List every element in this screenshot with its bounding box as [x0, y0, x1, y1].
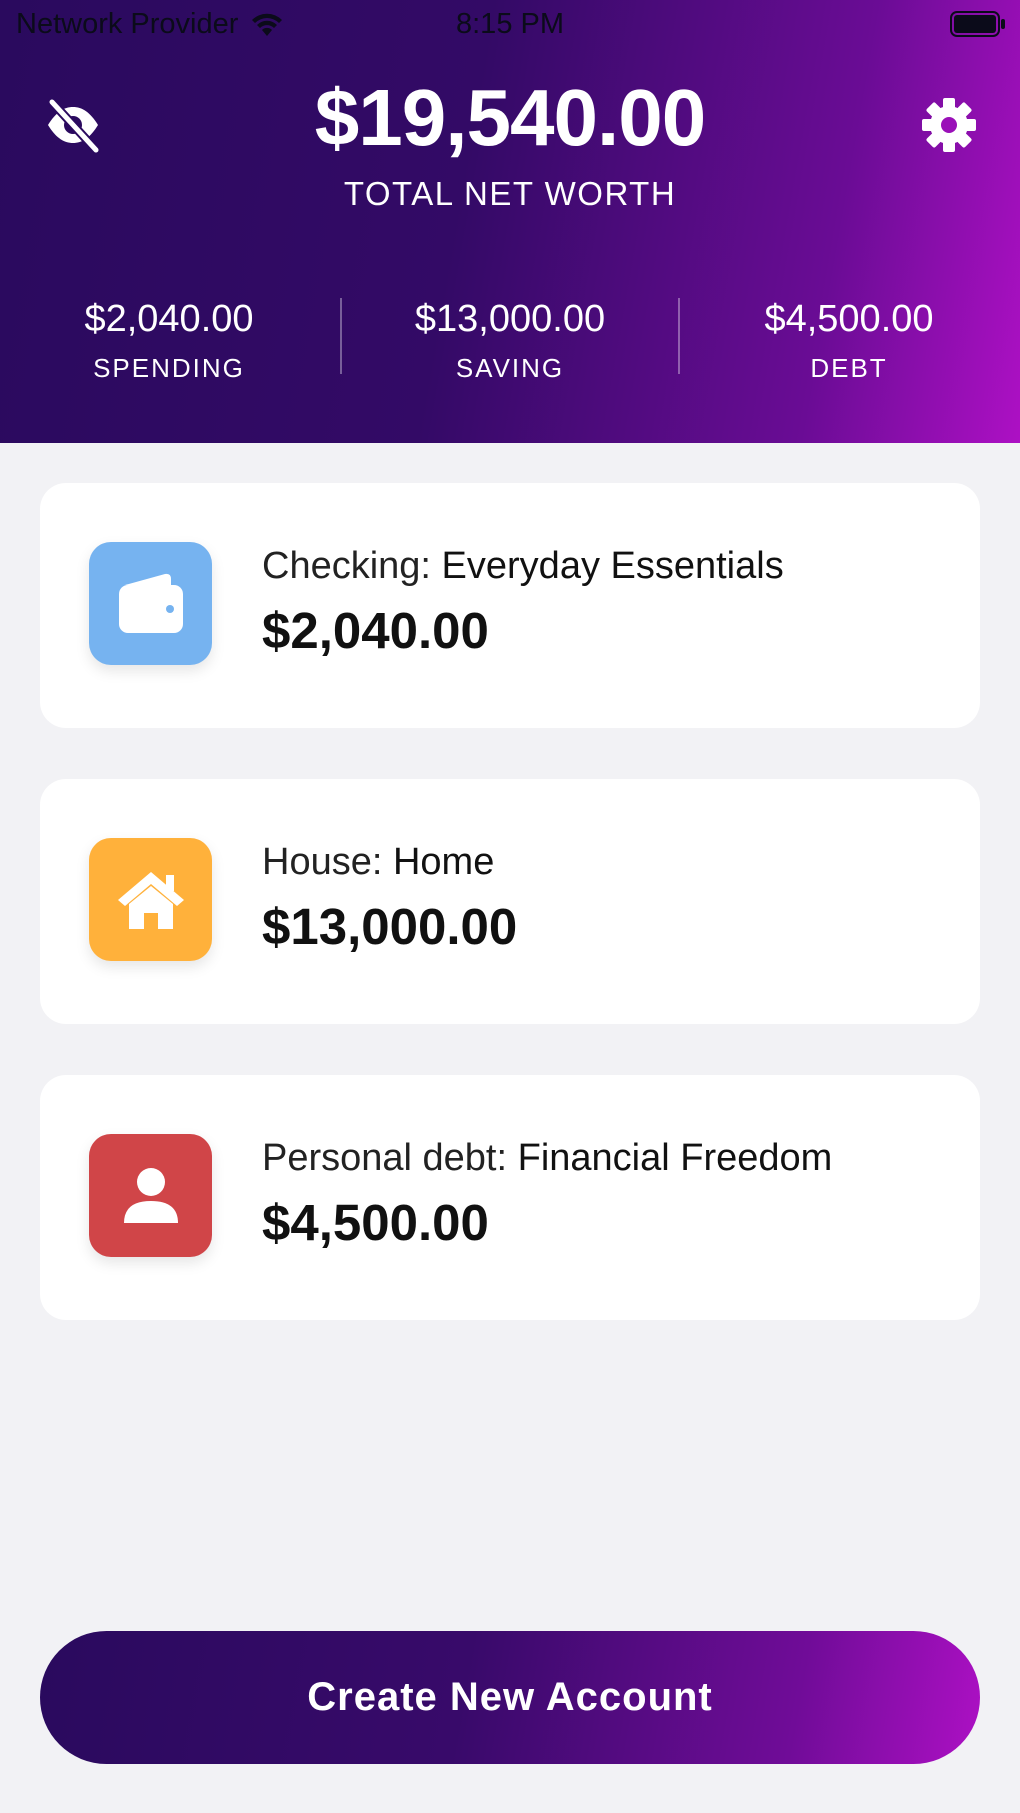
account-type: Personal debt:	[262, 1137, 518, 1179]
account-title: Personal debt: Financial Freedom	[262, 1137, 832, 1180]
account-amount: $2,040.00	[262, 602, 489, 659]
clock: 8:15 PM	[456, 8, 564, 40]
account-title: Checking: Everyday Essentials	[262, 545, 784, 588]
account-name: Home	[392, 841, 495, 883]
status-bar: Network Provider 8:15 PM	[0, 0, 1020, 50]
account-name: Financial Freedom	[517, 1137, 833, 1179]
summary-divider	[678, 298, 680, 374]
account-name: Everyday Essentials	[441, 545, 784, 587]
saving-amount: $13,000.00	[414, 298, 606, 340]
summary-divider	[340, 298, 342, 374]
debt-summary: $4,500.00 DEBT	[699, 298, 999, 384]
person-icon	[89, 1134, 212, 1257]
battery-icon	[950, 11, 1005, 37]
saving-label: SAVING	[455, 353, 565, 383]
settings-gear-icon[interactable]	[920, 96, 978, 154]
net-worth-header: Network Provider 8:15 PM $19,540.00 TOTA…	[0, 0, 1020, 443]
wallet-icon	[89, 542, 212, 665]
account-card-personal-debt[interactable]: Personal debt: Financial Freedom $4,500.…	[40, 1075, 980, 1320]
debt-amount: $4,500.00	[764, 298, 934, 340]
account-type: Checking:	[262, 545, 442, 587]
account-title: House: Home	[262, 841, 494, 884]
account-card-house[interactable]: House: Home $13,000.00	[40, 779, 980, 1024]
spending-label: SPENDING	[93, 353, 245, 383]
account-card-checking[interactable]: Checking: Everyday Essentials $2,040.00	[40, 483, 980, 728]
saving-summary: $13,000.00 SAVING	[360, 298, 660, 384]
account-amount: $4,500.00	[262, 1194, 489, 1251]
total-net-worth: $19,540.00	[314, 73, 706, 162]
account-type: House:	[262, 841, 393, 883]
spending-amount: $2,040.00	[84, 298, 254, 340]
debt-label: DEBT	[810, 353, 888, 383]
home-icon	[89, 838, 212, 961]
create-new-account-button[interactable]: Create New Account	[40, 1631, 980, 1764]
spending-summary: $2,040.00 SPENDING	[19, 298, 319, 384]
account-amount: $13,000.00	[262, 898, 518, 955]
total-net-worth-label: TOTAL NET WORTH	[343, 175, 677, 212]
